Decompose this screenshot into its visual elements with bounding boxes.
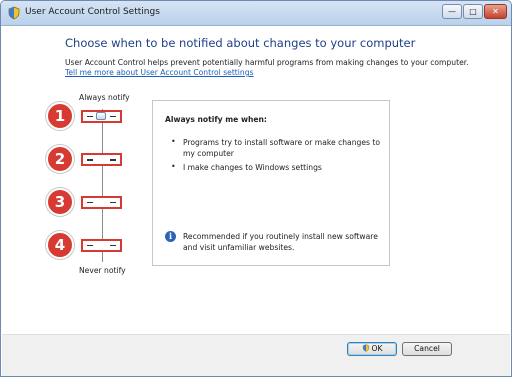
slider-tick: [110, 202, 116, 203]
close-icon: ✕: [492, 7, 499, 16]
slider-step-1[interactable]: [81, 110, 122, 123]
panel-title: Always notify me when:: [165, 115, 267, 124]
uac-shield-icon: [8, 6, 20, 20]
cancel-button[interactable]: Cancel: [402, 342, 452, 356]
step-marker-3: 3: [46, 188, 74, 216]
close-button[interactable]: ✕: [484, 4, 507, 19]
slider-tick: [87, 159, 93, 161]
slider-top-label: Always notify: [79, 93, 130, 102]
page-description: User Account Control helps prevent poten…: [65, 58, 469, 67]
ok-button[interactable]: OK: [347, 342, 397, 356]
window-title: User Account Control Settings: [25, 7, 160, 17]
panel-item: Programs try to install software or make…: [183, 138, 381, 158]
main-content: Choose when to be notified about changes…: [2, 26, 510, 334]
title-bar[interactable]: User Account Control Settings — □ ✕: [1, 1, 511, 26]
maximize-button[interactable]: □: [463, 4, 483, 19]
slider-tick: [110, 245, 116, 246]
slider-tick: [87, 202, 93, 203]
step-marker-1: 1: [46, 102, 74, 130]
slider-tick: [87, 116, 93, 117]
setting-description-panel: Always notify me when: • Programs try to…: [152, 100, 390, 266]
minimize-button[interactable]: —: [442, 4, 462, 19]
recommendation-text: Recommended if you routinely install new…: [183, 232, 378, 252]
bullet-icon: •: [171, 162, 176, 171]
uac-shield-icon: [362, 344, 369, 352]
info-icon: i: [165, 231, 176, 242]
slider-step-2[interactable]: [81, 153, 122, 166]
slider-step-4[interactable]: [81, 239, 122, 252]
ok-button-label: OK: [371, 344, 383, 353]
step-marker-4: 4: [46, 231, 74, 259]
panel-item: I make changes to Windows settings: [183, 163, 322, 172]
maximize-icon: □: [469, 7, 477, 16]
slider-bottom-label: Never notify: [79, 266, 126, 275]
slider-step-3[interactable]: [81, 196, 122, 209]
uac-settings-window: User Account Control Settings — □ ✕ Choo…: [0, 0, 512, 377]
help-link[interactable]: Tell me more about User Account Control …: [65, 68, 254, 77]
slider-tick: [110, 116, 116, 117]
slider-thumb[interactable]: [96, 112, 106, 120]
slider-tick: [110, 159, 116, 161]
page-heading: Choose when to be notified about changes…: [65, 36, 416, 50]
minimize-icon: —: [448, 7, 456, 16]
bullet-icon: •: [171, 137, 176, 146]
step-marker-2: 2: [46, 145, 74, 173]
slider-tick: [87, 245, 93, 246]
dialog-footer: OK Cancel: [2, 334, 510, 376]
